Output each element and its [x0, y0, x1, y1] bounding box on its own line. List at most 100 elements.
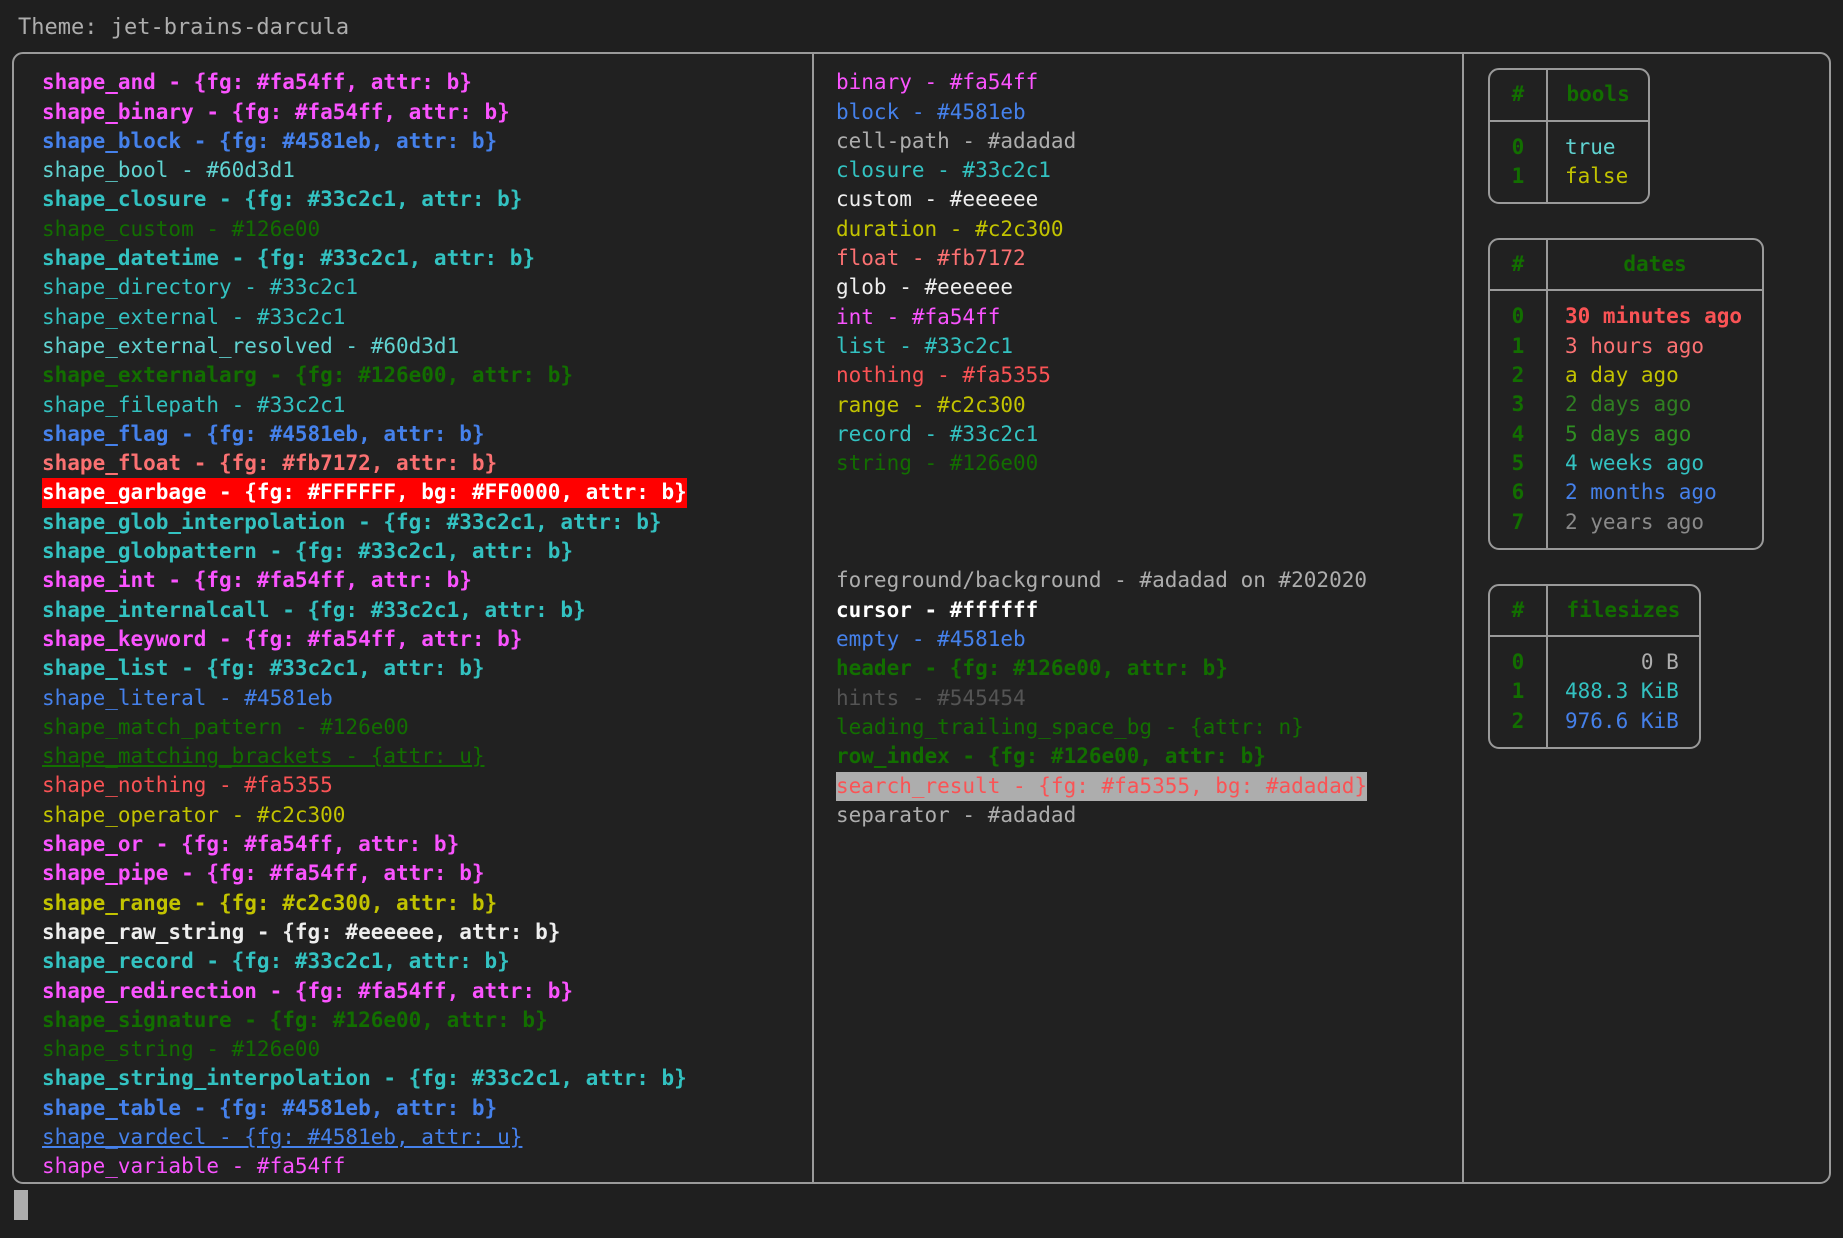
shape-entry: shape_binary - {fg: #fa54ff, attr: b}: [42, 99, 510, 124]
theme-preview-table: shape_and - {fg: #fa54ff, attr: b} shape_…: [12, 52, 1831, 1185]
shape-entry: shape_closure - {fg: #33c2c1, attr: b}: [42, 187, 523, 212]
type-entry: int - #fa54ff: [836, 304, 1001, 329]
row-index: 2: [1490, 706, 1548, 748]
cell-value: false: [1565, 163, 1629, 188]
shapes-entry-list: shape_and - {fg: #fa54ff, attr: b} shape_…: [42, 68, 812, 1181]
type-entry: record - #33c2c1: [836, 421, 1039, 446]
cell-value: 4 weeks ago: [1565, 450, 1705, 475]
ui-element-entry: cursor - #ffffff: [836, 597, 1039, 622]
shape-entry: shape_glob_interpolation - {fg: #33c2c1,…: [42, 509, 662, 534]
shape-entry: shape_external - #33c2c1: [42, 304, 346, 329]
column-header-index: #: [1490, 585, 1548, 638]
shape-entry: shape_matching_brackets - {attr: u}: [42, 744, 485, 769]
ui-element-entry: search_result - {fg: #fa5355, bg: #adada…: [836, 771, 1368, 801]
shape-entry: shape_filepath - #33c2c1: [42, 392, 346, 417]
type-entry: float - #fb7172: [836, 246, 1026, 271]
table-row: 2 976.6 KiB: [1490, 706, 1699, 748]
table-row: 6 2 months ago: [1490, 478, 1762, 508]
sample-tables-host: # bools 0 true 1 false # dates 0 30 minutes ago 1 3…: [1488, 68, 1829, 750]
shape-entry: shape_int - {fg: #fa54ff, attr: b}: [42, 568, 472, 593]
cell-value: 2 years ago: [1565, 509, 1705, 534]
column-header-filesizes: filesizes: [1548, 586, 1699, 638]
type-entry: block - #4581eb: [836, 99, 1026, 124]
shape-entry: shape_internalcall - {fg: #33c2c1, attr:…: [42, 597, 586, 622]
cell-value: 30 minutes ago: [1565, 304, 1743, 329]
shape-entry: shape_string_interpolation - {fg: #33c2c…: [42, 1066, 687, 1091]
type-entry: custom - #eeeeee: [836, 187, 1039, 212]
row-index: 0: [1490, 637, 1548, 678]
cell-value: 976.6 KiB: [1565, 708, 1679, 733]
type-entry: binary - #fa54ff: [836, 70, 1039, 95]
ui-element-entry: separator - #adadad: [836, 802, 1077, 827]
sample-table-bools: # bools 0 true 1 false: [1488, 68, 1651, 205]
shape-entry: shape_literal - #4581eb: [42, 685, 333, 710]
shape-entry: shape_record - {fg: #33c2c1, attr: b}: [42, 949, 510, 974]
types-entry-list: binary - #fa54ff block - #4581eb cell-path…: [836, 68, 1462, 478]
table-row: 7 2 years ago: [1490, 507, 1762, 548]
cell-value: 3 hours ago: [1565, 333, 1705, 358]
type-entry: string - #126e00: [836, 451, 1039, 476]
shape-entry: shape_string - #126e00: [42, 1037, 321, 1062]
table-row: 3 2 days ago: [1490, 390, 1762, 420]
shape-entry: shape_bool - #60d3d1: [42, 158, 295, 183]
shape-entry: shape_range - {fg: #c2c300, attr: b}: [42, 890, 498, 915]
type-entry: cell-path - #adadad: [836, 128, 1077, 153]
shape-entry: shape_and - {fg: #fa54ff, attr: b}: [42, 70, 472, 95]
shape-entry: shape_globpattern - {fg: #33c2c1, attr: …: [42, 539, 574, 564]
cell-value: a day ago: [1565, 363, 1679, 388]
shape-entry: shape_signature - {fg: #126e00, attr: b}: [42, 1007, 548, 1032]
type-entry: list - #33c2c1: [836, 333, 1014, 358]
shape-entry: shape_vardecl - {fg: #4581eb, attr: u}: [42, 1124, 523, 1149]
shape-entry: shape_externalarg - {fg: #126e00, attr: …: [42, 363, 574, 388]
type-entry: glob - #eeeeee: [836, 275, 1014, 300]
shape-entry: shape_raw_string - {fg: #eeeeee, attr: b…: [42, 919, 561, 944]
row-index: 6: [1490, 478, 1548, 508]
types-column: binary - #fa54ff block - #4581eb cell-path…: [812, 54, 1462, 1183]
ui-element-entry: empty - #4581eb: [836, 627, 1026, 652]
sample-tables-column: # bools 0 true 1 false # dates 0 30 minutes ago 1 3…: [1462, 54, 1829, 1183]
sample-table-filesizes: # filesizes 0 0 B 1 488.3 KiB 2 976.6 KiB: [1488, 583, 1701, 750]
shape-entry: shape_pipe - {fg: #fa54ff, attr: b}: [42, 861, 485, 886]
table-row: 0 true: [1490, 121, 1648, 162]
column-header-dates: dates: [1548, 240, 1763, 292]
cell-value: true: [1565, 134, 1616, 159]
shape-entry: shape_or - {fg: #fa54ff, attr: b}: [42, 832, 460, 857]
type-entry: range - #c2c300: [836, 392, 1026, 417]
column-header-index: #: [1490, 240, 1548, 292]
table-row: 0 30 minutes ago: [1490, 291, 1762, 332]
type-entry: nothing - #fa5355: [836, 363, 1051, 388]
row-index: 7: [1490, 507, 1548, 548]
shape-entry: shape_float - {fg: #fb7172, attr: b}: [42, 451, 498, 476]
table-row: 1 488.3 KiB: [1490, 677, 1699, 707]
shape-entry: shape_block - {fg: #4581eb, attr: b}: [42, 128, 498, 153]
row-index: 2: [1490, 361, 1548, 391]
type-entry: closure - #33c2c1: [836, 158, 1051, 183]
row-index: 4: [1490, 419, 1548, 449]
shape-entry: shape_directory - #33c2c1: [42, 275, 359, 300]
table-row: 2 a day ago: [1490, 361, 1762, 391]
cell-value: 2 days ago: [1565, 392, 1692, 417]
cell-value: 488.3 KiB: [1565, 679, 1679, 704]
shape-entry: shape_variable - #fa54ff: [42, 1154, 346, 1179]
table-row: 4 5 days ago: [1490, 419, 1762, 449]
sample-table-dates: # dates 0 30 minutes ago 1 3 hours ago 2 a day …: [1488, 238, 1765, 550]
table-header-row: # bools: [1490, 70, 1649, 122]
table-header-row: # dates: [1490, 240, 1763, 292]
shape-entry: shape_keyword - {fg: #fa54ff, attr: b}: [42, 626, 523, 651]
row-index: 1: [1490, 677, 1548, 707]
shape-entry: shape_match_pattern - #126e00: [42, 714, 409, 739]
table-row: 5 4 weeks ago: [1490, 448, 1762, 479]
column-header-bools: bools: [1548, 70, 1649, 122]
cell-value: 5 days ago: [1565, 421, 1692, 446]
shape-entry: shape_list - {fg: #33c2c1, attr: b}: [42, 656, 485, 681]
column-spacer: [836, 478, 1462, 566]
row-index: 0: [1490, 121, 1548, 162]
shape-entry: shape_flag - {fg: #4581eb, attr: b}: [42, 421, 485, 446]
ui-element-entry: header - {fg: #126e00, attr: b}: [836, 656, 1228, 681]
shape-entry: shape_datetime - {fg: #33c2c1, attr: b}: [42, 246, 536, 271]
row-index: 5: [1490, 448, 1548, 479]
type-entry: duration - #c2c300: [836, 216, 1064, 241]
cell-value: 0 B: [1640, 650, 1679, 675]
shape-entry: shape_custom - #126e00: [42, 216, 321, 241]
terminal-cursor: [14, 1190, 28, 1220]
